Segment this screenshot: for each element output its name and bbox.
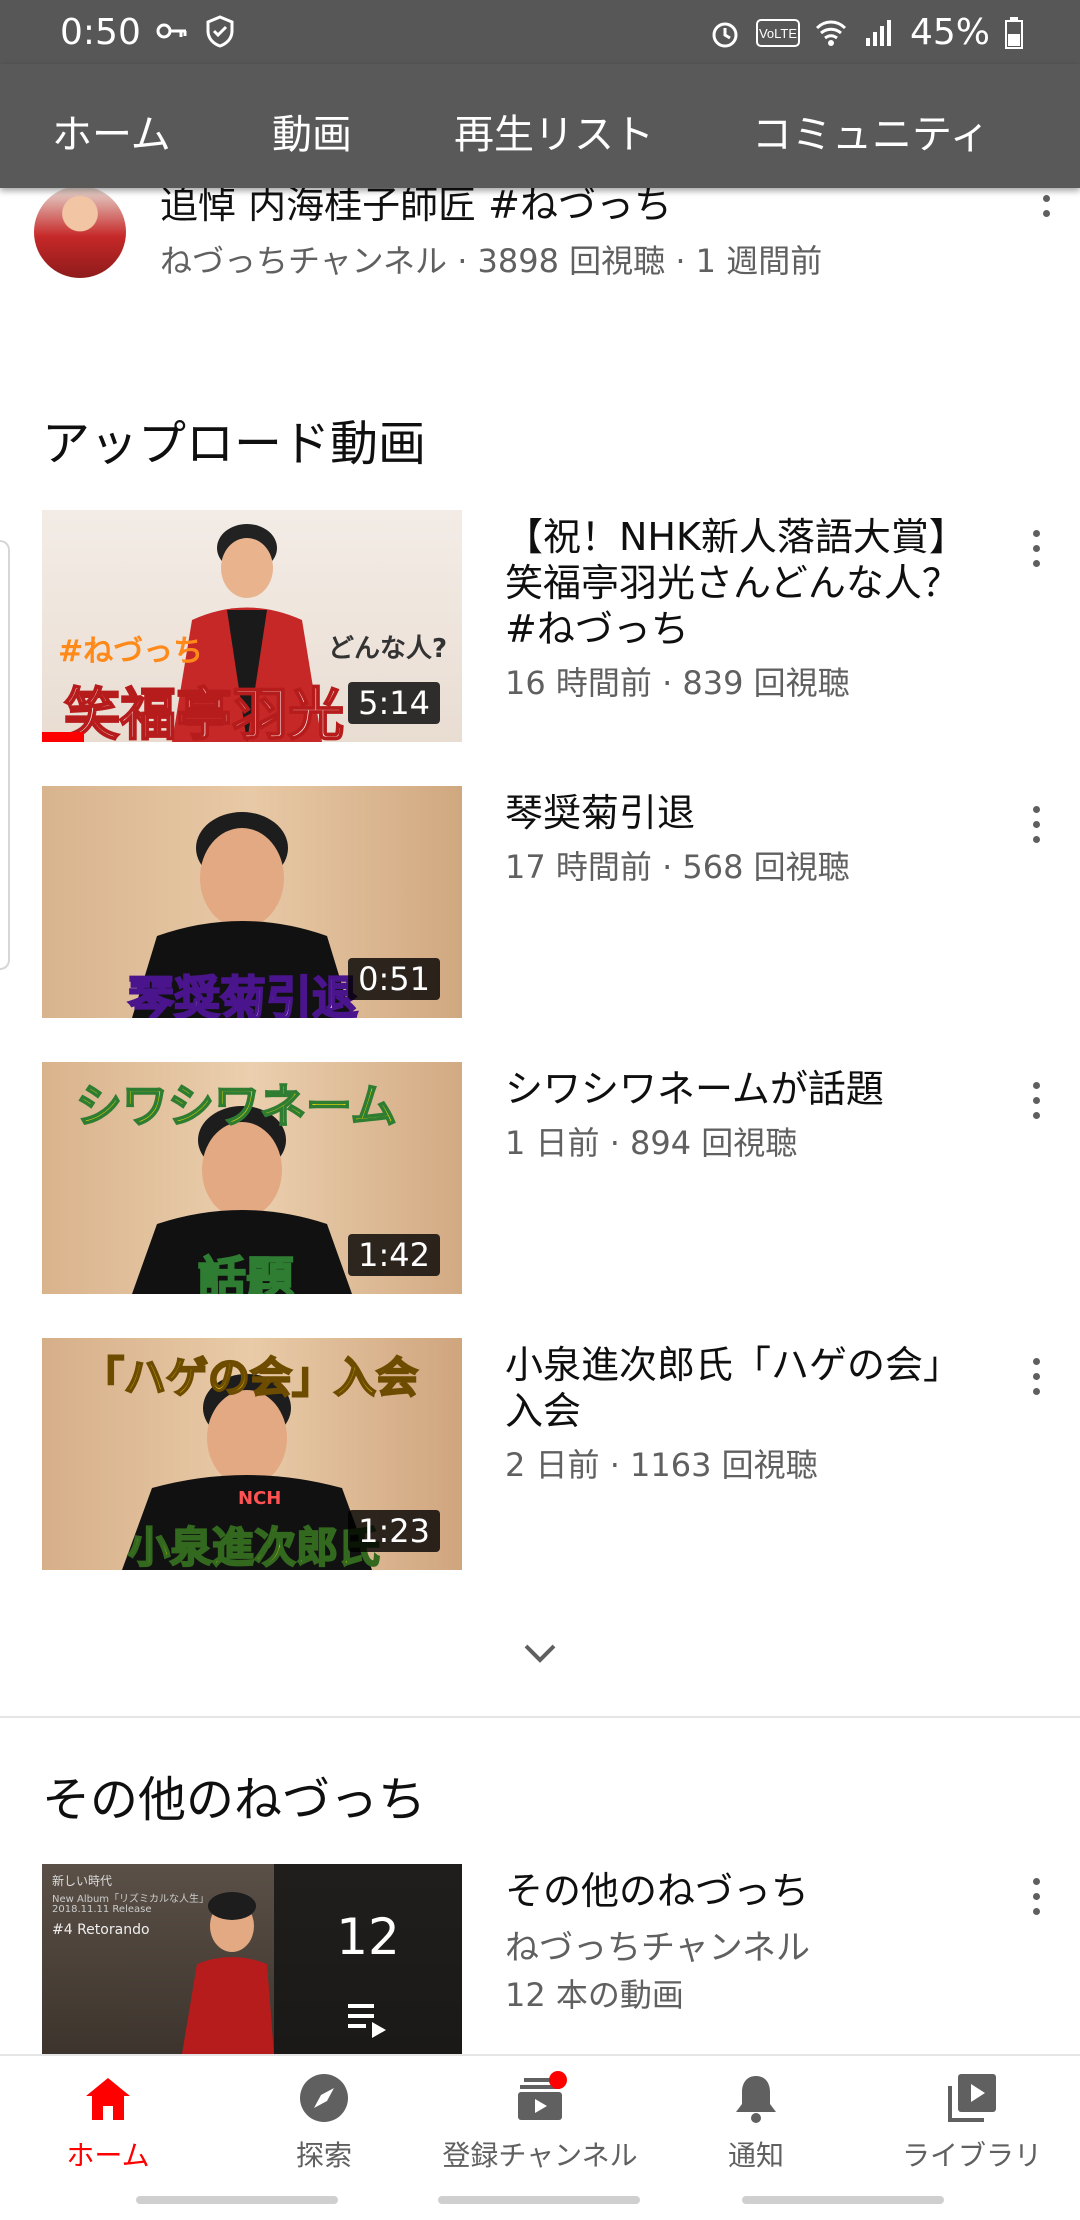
- shirt-text: NCH: [238, 1488, 282, 1509]
- video-duration: 0:51: [348, 958, 440, 1000]
- video-meta: 1 日前 · 894 回視聴: [505, 1124, 798, 1162]
- nav-label-subscriptions: 登録チャンネル: [442, 2139, 638, 2172]
- tab-home[interactable]: ホーム: [52, 102, 171, 160]
- gesture-bar-right: [742, 2196, 944, 2204]
- more-options-icon[interactable]: [1030, 1878, 1042, 1928]
- nav-label-explore: 探索: [295, 2139, 352, 2172]
- status-time: 0:50: [60, 12, 141, 53]
- section-title-other: その他のねづっち: [42, 1772, 427, 1828]
- section-divider: [0, 1716, 1080, 1718]
- video-duration: 1:42: [348, 1234, 440, 1276]
- nav-label-notifications: 通知: [727, 2139, 784, 2172]
- thumbnail-top-caption: シワシワネーム: [75, 1078, 398, 1134]
- battery-percent: 45%: [909, 12, 990, 53]
- video-thumbnail[interactable]: NCH 「ハゲの会」入会 小泉進次郎氏 1:23: [42, 1338, 462, 1570]
- section-title-uploads: アップロード動画: [42, 416, 427, 472]
- video-meta: 16 時間前 · 839 回視聴: [505, 664, 850, 702]
- playlist-count: 12: [336, 1908, 400, 1966]
- tab-videos[interactable]: 動画: [272, 102, 352, 160]
- playlist-title[interactable]: その他のねづっち: [505, 1868, 975, 1914]
- gesture-bar-left: [136, 2196, 338, 2204]
- bottom-navigation: ホーム 探索 登録チャンネル 通知 ライブラリ: [0, 2054, 1080, 2180]
- playlist-video-count: 12 本の動画: [505, 1976, 684, 2014]
- thumbnail-caption: 話題: [197, 1251, 295, 1294]
- nav-label-library: ライブラリ: [901, 2139, 1042, 2172]
- playlist-channel[interactable]: ねづっちチャンネル: [505, 1920, 810, 1969]
- thumbnail-figure: [182, 1892, 274, 2054]
- video-title[interactable]: 琴奨菊引退: [505, 790, 975, 836]
- video-duration: 5:14: [348, 682, 440, 724]
- video-title[interactable]: シワシワネームが話題: [505, 1066, 975, 1112]
- video-duration: 1:23: [348, 1510, 440, 1552]
- chevron-down-icon[interactable]: [522, 1642, 558, 1666]
- nav-label-home: ホーム: [66, 2139, 150, 2172]
- tab-playlists[interactable]: 再生リスト: [454, 102, 654, 160]
- nav-explore[interactable]: 探索: [216, 2070, 432, 2174]
- video-thumbnail[interactable]: シワシワネーム 話題 1:42: [42, 1062, 462, 1294]
- playlist-overlay: 12: [274, 1864, 462, 2054]
- battery-icon: [1005, 16, 1023, 49]
- video-thumbnail[interactable]: 琴奨菊引退 0:51: [42, 786, 462, 1018]
- channel-avatar[interactable]: [34, 186, 126, 278]
- signal-icon: [865, 19, 891, 46]
- featured-video-row[interactable]: 追悼 内海桂子師匠 #ねづっち ねづっちチャンネル · 3898 回視聴 · 1…: [0, 170, 1080, 290]
- nav-home[interactable]: ホーム: [0, 2070, 216, 2174]
- video-meta: 2 日前 · 1163 回視聴: [505, 1446, 818, 1484]
- thumbnail-tag-text: #ねづっち: [58, 634, 204, 669]
- compass-icon: [300, 2074, 348, 2122]
- video-item[interactable]: シワシワネーム 話題 1:42 シワシワネームが話題 1 日前 · 894 回視…: [0, 1062, 1080, 1294]
- channel-tab-bar: ホーム 動画 再生リスト コミュニティ: [0, 64, 1080, 188]
- library-icon: [948, 2074, 996, 2122]
- thumbnail-caption: 小泉進次郎氏: [127, 1522, 381, 1570]
- video-meta: ねづっちチャンネル · 3898 回視聴 · 1 週間前: [160, 242, 823, 280]
- video-meta: 17 時間前 · 568 回視聴: [505, 848, 850, 886]
- thumbnail-sub-text: どんな人?: [328, 634, 448, 664]
- more-options-icon[interactable]: [1030, 1082, 1042, 1132]
- thumbnail-caption: 琴奨菊引退: [127, 970, 359, 1018]
- playlist-item[interactable]: 新しい時代 New Album「リズミカルな人生」 2018.11.11 Rel…: [0, 1864, 1080, 2054]
- video-thumbnail[interactable]: #ねづっち どんな人? 笑福亭羽光 5:14: [42, 510, 462, 742]
- playlist-thumbnail[interactable]: 新しい時代 New Album「リズミカルな人生」 2018.11.11 Rel…: [42, 1864, 462, 2054]
- video-item[interactable]: 琴奨菊引退 0:51 琴奨菊引退 17 時間前 · 568 回視聴: [0, 786, 1080, 1018]
- volte-icon: VoLTE: [755, 18, 800, 47]
- tab-community[interactable]: コミュニティ: [752, 102, 990, 160]
- more-options-icon[interactable]: [1030, 530, 1042, 580]
- wifi-icon: [815, 20, 847, 46]
- video-item[interactable]: #ねづっち どんな人? 笑福亭羽光 5:14 【祝！NHK新人落語大賞】笑福亭羽…: [0, 510, 1080, 742]
- video-item[interactable]: NCH 「ハゲの会」入会 小泉進次郎氏 1:23 小泉進次郎氏「ハゲの会」入会 …: [0, 1338, 1080, 1570]
- svg-text:VoLTE: VoLTE: [759, 26, 797, 41]
- thumbnail-caption: 笑福亭羽光: [63, 682, 345, 742]
- bell-icon: [736, 2076, 776, 2123]
- nav-notifications[interactable]: 通知: [648, 2070, 864, 2174]
- video-title[interactable]: 小泉進次郎氏「ハゲの会」入会: [505, 1342, 975, 1434]
- playlist-icon: [348, 2004, 386, 2038]
- thumbnail-top-caption: 「ハゲの会」入会: [81, 1352, 419, 1403]
- watch-progress-bar: [42, 732, 84, 742]
- subscriptions-icon: [518, 2071, 567, 2120]
- status-bar: 0:50 VoLTE 45%: [0, 0, 1080, 64]
- more-options-icon[interactable]: [1030, 1358, 1042, 1408]
- home-icon: [86, 2078, 130, 2120]
- video-title[interactable]: 【祝！NHK新人落語大賞】笑福亭羽光さんどんな人？#ねづっち: [505, 514, 975, 652]
- shield-check-icon: [206, 15, 234, 48]
- nav-subscriptions[interactable]: 登録チャンネル: [432, 2070, 648, 2174]
- alarm-icon: [712, 22, 738, 47]
- gesture-bar-center: [438, 2196, 640, 2204]
- nav-library[interactable]: ライブラリ: [864, 2070, 1080, 2174]
- more-options-icon[interactable]: [1030, 806, 1042, 856]
- key-icon: [156, 23, 187, 39]
